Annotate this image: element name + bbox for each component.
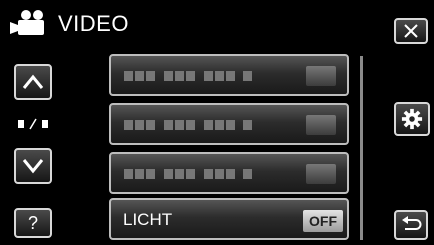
help-label: ? bbox=[27, 212, 38, 233]
header-bar: VIDEO bbox=[0, 0, 434, 44]
scrollbar[interactable] bbox=[360, 56, 363, 240]
close-button[interactable] bbox=[394, 18, 428, 44]
help-button[interactable]: ? bbox=[14, 208, 52, 238]
page-indicator-icon bbox=[18, 118, 48, 130]
gear-icon bbox=[401, 108, 423, 130]
menu-item-licht[interactable]: LICHT OFF bbox=[109, 198, 349, 240]
placeholder-label-icon bbox=[124, 120, 252, 130]
placeholder-label-icon bbox=[124, 71, 252, 81]
menu-item-label: LICHT bbox=[123, 210, 173, 229]
status-badge: OFF bbox=[303, 210, 343, 232]
placeholder-value-icon bbox=[306, 66, 336, 86]
close-icon bbox=[404, 24, 418, 38]
movie-camera-icon bbox=[10, 10, 44, 35]
scroll-up-button[interactable] bbox=[14, 64, 52, 100]
scroll-down-button[interactable] bbox=[14, 148, 52, 184]
placeholder-label-icon bbox=[124, 169, 252, 179]
back-button[interactable] bbox=[394, 210, 428, 240]
menu-item[interactable] bbox=[109, 103, 349, 145]
settings-button[interactable] bbox=[394, 102, 430, 136]
return-icon bbox=[402, 216, 422, 230]
chevron-up-icon bbox=[22, 74, 44, 89]
placeholder-value-icon bbox=[306, 115, 336, 135]
menu-item[interactable] bbox=[109, 54, 349, 96]
chevron-down-icon bbox=[22, 159, 44, 174]
menu-item[interactable] bbox=[109, 152, 349, 194]
page-title: VIDEO bbox=[58, 11, 129, 36]
placeholder-value-icon bbox=[306, 164, 336, 184]
